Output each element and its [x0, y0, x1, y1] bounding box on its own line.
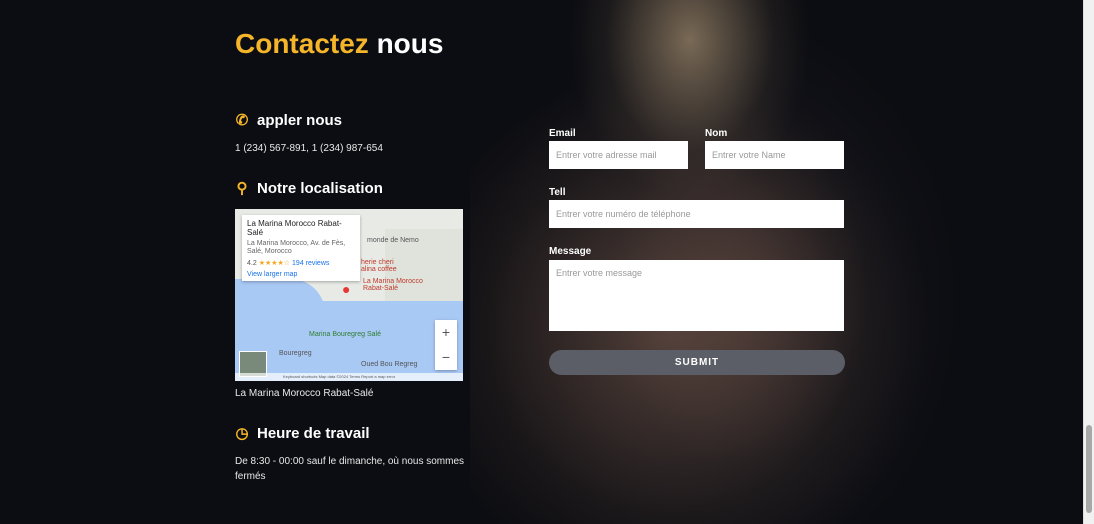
hours-heading: ◷ Heure de travail	[235, 424, 370, 443]
map-pin-marker[interactable]: ●	[342, 281, 350, 297]
email-field[interactable]: Entrer votre adresse mail	[549, 141, 688, 169]
email-label: Email	[549, 128, 576, 139]
page-title: Contactez nous	[235, 28, 444, 59]
location-heading: ⚲ Notre localisation	[236, 179, 383, 198]
map-pin-icon: ⚲	[236, 180, 248, 197]
scrollbar[interactable]	[1083, 0, 1094, 524]
embedded-map[interactable]: La Marina Morocco Rabat-Salé La Marina M…	[235, 209, 463, 381]
message-label: Message	[549, 246, 592, 257]
scrollbar-thumb[interactable]	[1086, 425, 1092, 513]
tel-field[interactable]: Entrer votre numéro de téléphone	[549, 200, 844, 228]
map-footer: Keyboard shortcuts Map data ©2024 Terms …	[235, 373, 463, 381]
map-place-card: La Marina Morocco Rabat-Salé La Marina M…	[242, 215, 360, 281]
message-textarea[interactable]: Entrer votre message	[549, 260, 844, 331]
zoom-in-button[interactable]: +	[435, 320, 457, 345]
name-field[interactable]: Entrer votre Name	[705, 141, 844, 169]
reviews-link[interactable]: 194 reviews	[292, 260, 329, 267]
phone-numbers: 1 (234) 567-891, 1 (234) 987-654	[235, 143, 383, 154]
view-larger-map-link[interactable]: View larger map	[247, 271, 355, 278]
hours-text: De 8:30 - 00:00 sauf le dimanche, où nou…	[235, 456, 465, 482]
map-zoom-controls: + −	[435, 320, 457, 370]
tel-label: Tell	[549, 187, 566, 198]
clock-icon: ◷	[235, 425, 249, 442]
phone-icon: ✆	[235, 112, 249, 129]
zoom-out-button[interactable]: −	[435, 345, 457, 370]
name-label: Nom	[705, 128, 728, 139]
map-caption: La Marina Morocco Rabat-Salé	[235, 388, 374, 399]
submit-button[interactable]: SUBMIT	[549, 350, 845, 375]
call-heading: ✆ appler nous	[235, 111, 343, 130]
